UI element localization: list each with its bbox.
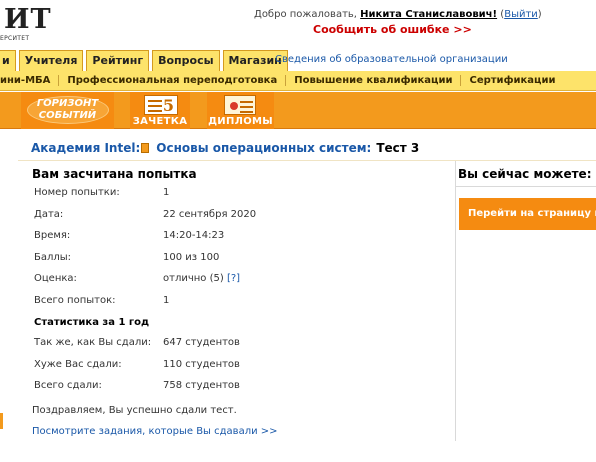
worse-than-you-value: 110 студентов xyxy=(163,359,240,370)
grade-help-link[interactable]: [?] xyxy=(227,273,240,284)
zachetka-banner[interactable]: 5 ЗАЧЕТКА xyxy=(130,92,190,129)
gradebook-line xyxy=(148,110,162,112)
breadcrumb-org-link[interactable]: Академия Intel: xyxy=(31,141,140,155)
total-attempts-label: Всего попыток: xyxy=(34,295,116,306)
tab-teachers[interactable]: Учителя xyxy=(18,50,84,71)
sidebar-title: Вы сейчас можете: xyxy=(458,167,592,181)
horizon-banner[interactable]: ГОРИЗОНТ СОБЫТИЙ xyxy=(21,92,114,129)
date-label: Дата: xyxy=(34,209,64,220)
sub-navigation: ини-МБА Профессиональная переподготовка … xyxy=(0,71,596,91)
gradebook-line xyxy=(148,105,162,107)
time-label: Время: xyxy=(34,230,71,241)
left-edge-marker xyxy=(0,413,3,429)
worse-than-you-label: Хуже Вас сдали: xyxy=(34,359,122,370)
congrats-message: Поздравляем, Вы успешно сдали тест. xyxy=(32,405,237,416)
tab-questions[interactable]: Вопросы xyxy=(152,50,220,71)
horizon-line2: СОБЫТИЙ xyxy=(38,110,97,121)
same-as-you-value: 647 студентов xyxy=(163,337,240,348)
stats-title: Статистика за 1 год xyxy=(34,317,150,328)
diploma-line xyxy=(240,101,253,103)
zachetka-label: ЗАЧЕТКА xyxy=(132,116,188,127)
gradebook-number: 5 xyxy=(162,96,174,115)
result-title: Вам засчитана попытка xyxy=(32,167,197,181)
total-passed-value: 758 студентов xyxy=(163,380,240,391)
diplomas-banner[interactable]: ДИПЛОМЫ xyxy=(207,92,274,129)
subnav-certifications[interactable]: Сертификации xyxy=(461,75,563,86)
logout-link[interactable]: Выйти xyxy=(504,9,538,20)
attempt-number-value: 1 xyxy=(163,187,170,198)
breadcrumb: Академия Intel: Основы операционных сист… xyxy=(31,141,419,155)
tab-partial[interactable]: и xyxy=(0,50,16,71)
banner-bar: ГОРИЗОНТ СОБЫТИЙ 5 ЗАЧЕТКА ДИПЛОМЫ xyxy=(0,92,596,129)
breadcrumb-course-link[interactable]: Основы операционных систем: xyxy=(156,141,371,155)
grade-value: отлично (5) xyxy=(163,273,224,284)
main-tabs: и Учителя Рейтинг Вопросы Магазин xyxy=(0,50,288,71)
date-value: 22 сентября 2020 xyxy=(163,209,257,220)
site-logo[interactable]: ИТ ЕРСИТЕТ xyxy=(0,4,70,43)
gradebook-icon: 5 xyxy=(144,95,178,115)
attempt-number-label: Номер попытки: xyxy=(34,187,120,198)
result-panel: Вам засчитана попытка Номер попытки: 1 Д… xyxy=(18,161,456,441)
gradebook-line xyxy=(148,100,162,102)
view-tasks-link[interactable]: Посмотрите задания, которые Вы сдавали >… xyxy=(32,426,278,437)
score-value: 100 из 100 xyxy=(163,252,220,263)
horizon-line1: ГОРИЗОНТ xyxy=(36,98,99,109)
tab-rating[interactable]: Рейтинг xyxy=(86,50,150,71)
logo-subtitle: ЕРСИТЕТ xyxy=(0,35,30,42)
diploma-line xyxy=(240,106,253,108)
course-icon xyxy=(141,143,150,153)
go-to-course-button[interactable]: Перейти на страницу курса xyxy=(459,198,596,230)
diploma-icon xyxy=(224,95,256,115)
same-as-you-label: Так же, как Вы сдали: xyxy=(34,337,152,348)
subnav-mini-mba[interactable]: ини-МБА xyxy=(0,75,60,86)
logo-wordmark: ИТ xyxy=(4,4,52,35)
score-label: Баллы: xyxy=(34,252,72,263)
welcome-text: Добро пожаловать, Никита Станиславович! … xyxy=(254,9,542,20)
diplomas-label: ДИПЛОМЫ xyxy=(208,116,273,127)
total-passed-label: Всего сдали: xyxy=(34,380,102,391)
edu-org-info-link[interactable]: Сведения об образовательной организации xyxy=(275,54,508,65)
time-value: 14:20-14:23 xyxy=(163,230,225,241)
total-attempts-value: 1 xyxy=(163,295,170,306)
diploma-line xyxy=(240,111,253,113)
grade-value-wrap: отлично (5) [?] xyxy=(163,273,240,284)
sidebar-divider xyxy=(456,186,596,187)
exit-close-paren: ) xyxy=(537,9,542,20)
welcome-prefix: Добро пожаловать, xyxy=(254,9,361,20)
subnav-qualification[interactable]: Повышение квалификации xyxy=(286,75,462,86)
breadcrumb-current-test: Тест 3 xyxy=(376,141,420,155)
report-error-link[interactable]: Сообщить об ошибке >> xyxy=(313,23,472,36)
grade-label: Оценка: xyxy=(34,273,77,284)
subnav-retraining[interactable]: Профессиональная переподготовка xyxy=(59,75,287,86)
user-name-link[interactable]: Никита Станиславович! xyxy=(360,9,497,20)
diploma-seal-icon xyxy=(230,102,238,110)
